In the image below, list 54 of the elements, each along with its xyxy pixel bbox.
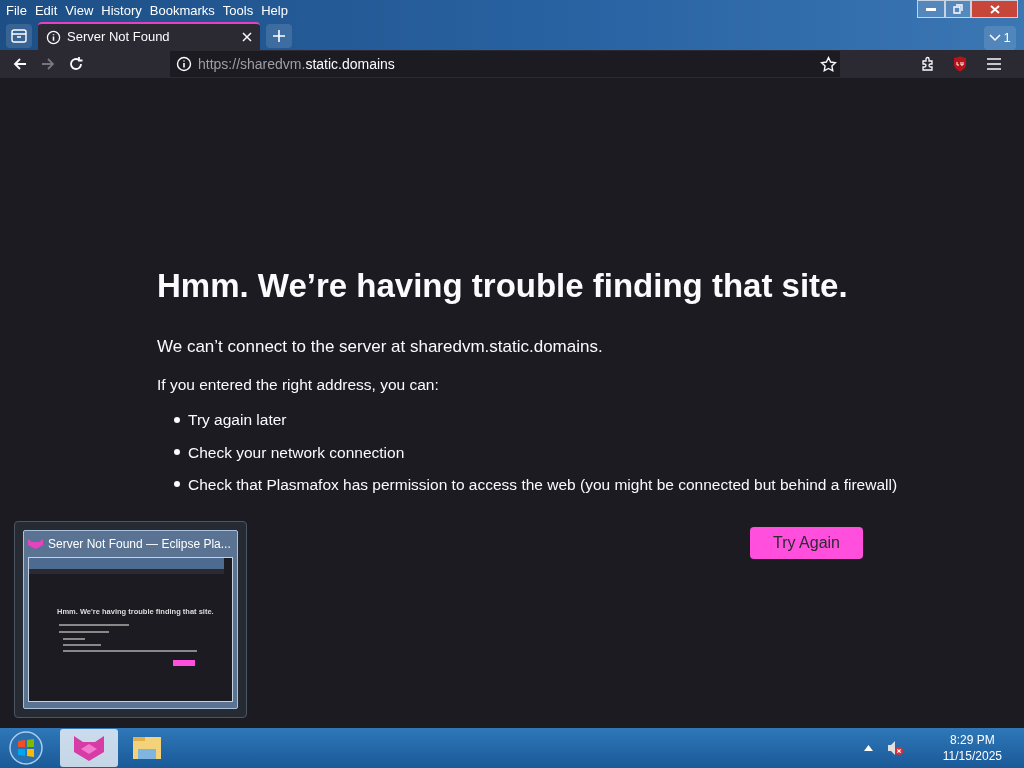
info-icon xyxy=(46,29,61,45)
plus-icon xyxy=(272,29,286,43)
menu-item[interactable]: Edit xyxy=(30,1,62,21)
show-hidden-icons-icon[interactable] xyxy=(863,745,873,751)
suggestion-text: Check that Plasmafox has permission to access the web (you might be connected but behind a firewall) xyxy=(188,474,898,495)
tab-groups-button[interactable] xyxy=(6,24,32,48)
suggestion-text: Check your network connection xyxy=(188,442,405,463)
menu-item[interactable]: File xyxy=(2,1,31,21)
error-message: We can’t connect to the server at sharedvm.static.domains. xyxy=(157,335,604,358)
error-hint: If you entered the right address, you can: xyxy=(157,375,440,396)
reload-icon xyxy=(68,56,84,72)
clock[interactable]: 8:29 PM 11/15/2025 xyxy=(942,731,1002,765)
url-text: https://sharedvm.static.domains xyxy=(198,54,395,74)
puzzle-piece-icon xyxy=(920,56,936,72)
bullet-icon xyxy=(174,449,180,456)
tab-list-button[interactable]: 1 xyxy=(984,26,1016,50)
star-icon xyxy=(819,55,837,73)
menu-icon xyxy=(986,57,1002,71)
muted-speaker-icon[interactable] xyxy=(886,740,903,756)
browser-taskbar-button[interactable] xyxy=(60,729,118,767)
preview-title: Server Not Found — Eclipse Pla... xyxy=(48,536,231,553)
minimize-icon xyxy=(926,7,936,11)
arrow-right-icon xyxy=(40,56,56,72)
menu-item[interactable]: Bookmarks xyxy=(145,1,219,21)
close-button[interactable] xyxy=(971,0,1018,18)
address-bar[interactable]: https://sharedvm.static.domains xyxy=(170,51,840,77)
menu-item[interactable]: Tools xyxy=(218,1,258,21)
folder-icon xyxy=(131,734,163,762)
bullet-icon xyxy=(174,416,180,423)
minimize-button[interactable] xyxy=(917,0,945,18)
arrow-left-icon xyxy=(12,56,28,72)
shield-icon xyxy=(953,56,967,72)
bullet-icon xyxy=(174,481,180,488)
chevron-down-icon xyxy=(989,34,1002,42)
close-icon xyxy=(989,4,1000,14)
new-tab-button[interactable] xyxy=(266,24,292,48)
close-tab-button[interactable] xyxy=(242,32,252,42)
tab-title: Server Not Found xyxy=(67,28,171,47)
menu-item[interactable]: View xyxy=(61,1,98,21)
menu-item[interactable]: History xyxy=(97,1,146,21)
tray-icon xyxy=(11,29,27,43)
info-icon xyxy=(176,56,192,72)
fox-logo-icon xyxy=(72,734,106,762)
button-drawing xyxy=(173,660,195,666)
browser-tab[interactable]: Server Not Found xyxy=(38,22,260,50)
suggestion-text: Try again later xyxy=(188,410,287,431)
error-heading: Hmm. We’re having trouble finding that site. xyxy=(157,266,849,306)
try-again-button[interactable]: Try Again xyxy=(750,527,863,559)
app-logo-icon xyxy=(28,539,43,549)
restore-icon xyxy=(953,4,963,14)
close-icon xyxy=(242,32,252,42)
menu-item[interactable]: Help xyxy=(257,1,292,21)
restore-button[interactable] xyxy=(945,0,971,18)
windows-logo-icon xyxy=(8,730,44,766)
